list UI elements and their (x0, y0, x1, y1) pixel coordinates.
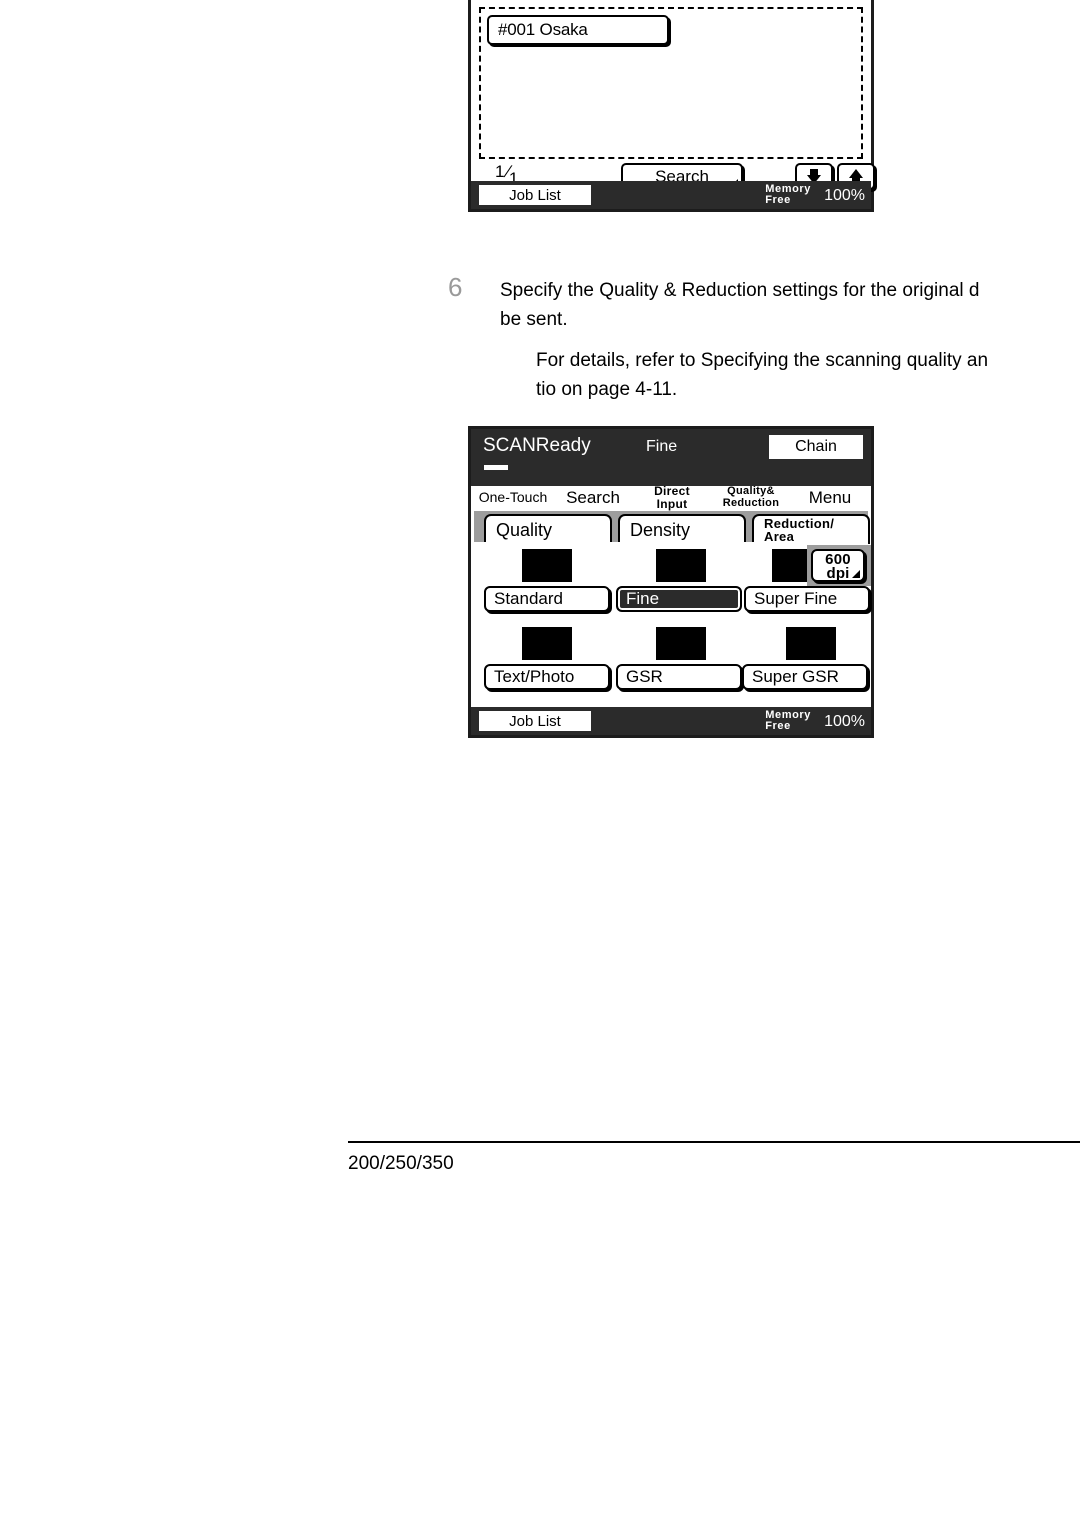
tab-quality-reduction-label: Quality& Reduction (722, 485, 780, 509)
quality-icon-super-gsr (786, 627, 836, 660)
quality-option-super-fine[interactable]: Super Fine (744, 586, 870, 612)
free-word-top: Free (765, 194, 791, 206)
subtab-density[interactable]: Density (618, 514, 746, 544)
page-indicator: 1/1 (495, 163, 520, 187)
header-mode-indicator: Fine (646, 438, 678, 455)
tab-one-touch-label: One-Touch (478, 489, 548, 506)
tab-search-label: Search (566, 487, 620, 507)
quality-option-gsr[interactable]: GSR (616, 664, 742, 690)
recipient-chip-001[interactable]: #001 Osaka (487, 15, 669, 45)
status-bar-top: Job List Memory Free 100% (471, 181, 871, 209)
quality-icon-gsr (656, 627, 706, 660)
quality-option-super-gsr[interactable]: Super GSR (742, 664, 868, 690)
tab-direct-input-label: Direct Input (654, 484, 690, 511)
lcd-panel-recipient-list: #001 Osaka 1/1 Search Job List Memory Fr… (468, 0, 875, 212)
step-body-text: Specify the Quality & Reduction settings… (500, 280, 980, 330)
quality-option-text-photo[interactable]: Text/Photo (484, 664, 610, 690)
job-list-label-top: Job List (509, 186, 561, 204)
panel-header: SCANReady Fine Chain (471, 429, 871, 486)
job-list-label-main: Job List (509, 712, 561, 730)
dpi-dropdown-corner-icon (852, 570, 860, 578)
up-arrow-icon (849, 169, 863, 187)
quality-options-grid: 600 dpi Standard Fine Super Fine Text/Ph… (474, 542, 871, 707)
tab-menu-label: Menu (808, 487, 852, 507)
tab-menu[interactable]: Menu (792, 486, 868, 509)
dpi-chip-backdrop: 600 dpi (807, 545, 871, 586)
footer-model-text: 200/250/350 (348, 1153, 454, 1174)
lcd-panel-quality-reduction: SCANReady Fine Chain One-Touch Search Di… (468, 426, 874, 738)
status-bar-main: Job List Memory Free 100% (471, 707, 871, 735)
quality-option-fine[interactable]: Fine (616, 586, 742, 612)
top-tab-row: One-Touch Search Direct Input Quality& Red… (471, 484, 871, 511)
quality-icon-standard (522, 549, 572, 582)
quality-option-super-gsr-label: Super GSR (752, 667, 839, 686)
quality-option-standard-label: Standard (494, 589, 563, 608)
quality-icon-fine (656, 549, 706, 582)
quality-icon-text-photo (522, 627, 572, 660)
job-list-button-top[interactable]: Job List (479, 185, 591, 205)
tab-one-touch[interactable]: One-Touch (474, 486, 552, 509)
free-word-main: Free (765, 720, 791, 732)
quality-option-gsr-label: GSR (626, 667, 663, 686)
subtab-reduction-area[interactable]: Reduction/Area (752, 514, 870, 544)
recipient-list-area: #001 Osaka (479, 7, 863, 159)
memory-free-value-main: 100% (824, 713, 865, 730)
panel-title: SCANReady (483, 435, 591, 456)
subtab-quality-label: Quality (496, 519, 553, 540)
recipient-chip-label: #001 Osaka (498, 20, 588, 39)
quality-option-super-fine-label: Super Fine (754, 589, 838, 608)
chain-button-label: Chain (795, 438, 837, 455)
step-number: 6 (448, 272, 463, 302)
step-note-text: For details, refer to Specifying the sca… (536, 350, 989, 400)
tab-search[interactable]: Search (555, 486, 631, 509)
tab-quality-reduction[interactable]: Quality& Reduction (713, 486, 789, 509)
memory-free-value-top: 100% (824, 187, 865, 204)
quality-option-text-photo-label: Text/Photo (494, 667, 575, 686)
tab-direct-input[interactable]: Direct Input (634, 484, 710, 511)
subtab-quality[interactable]: Quality (484, 514, 612, 544)
chain-button[interactable]: Chain (769, 435, 863, 459)
memory-free-label-main: Memory Free (765, 710, 811, 732)
dpi-selector-button[interactable]: 600 dpi (811, 549, 865, 582)
subtab-reduction-area-label: Reduction/Area (764, 515, 835, 544)
job-list-button-main[interactable]: Job List (479, 711, 591, 731)
subtab-density-label: Density (630, 519, 691, 540)
footer-divider (348, 1141, 1080, 1143)
sub-tab-bar: Quality Density Reduction/Area (474, 511, 870, 544)
quality-option-standard[interactable]: Standard (484, 586, 610, 612)
quality-option-fine-label: Fine (626, 589, 660, 608)
header-underline-mark (484, 465, 508, 470)
memory-free-label-top: Memory Free (765, 184, 811, 206)
